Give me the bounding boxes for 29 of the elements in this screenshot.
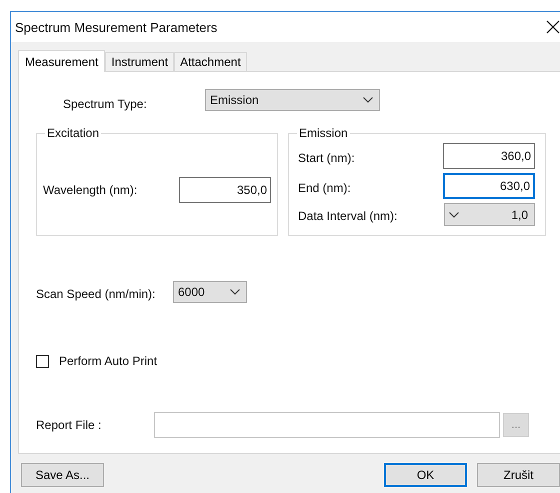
dialog-button[interactable]: Save As... [21,463,104,487]
field-label: Scan Speed (nm/min): [36,287,156,301]
dialog-button[interactable]: Zrušit [477,463,560,487]
field-label: Start (nm): [298,150,355,164]
close-icon[interactable] [546,20,560,34]
number-input[interactable]: 360,0 [443,143,535,169]
field-label: Wavelength (nm): [43,183,138,197]
chevron-down-icon [230,289,240,295]
field-label: Data Interval (nm): [298,209,398,223]
field-label: Report File : [36,418,102,432]
checkbox[interactable] [36,354,49,368]
group-title: Emission [297,126,350,140]
spectrum-type-dropdown[interactable]: Emission [205,89,380,111]
chevron-down-icon [449,212,459,218]
number-input[interactable]: 630,0 [443,173,535,199]
field-label: Spectrum Type: [63,97,148,111]
tab[interactable]: Attachment [174,52,247,71]
chevron-down-icon [363,97,373,103]
dialog-button[interactable]: OK [384,463,467,487]
report-file-input[interactable] [154,412,500,438]
field-label: End (nm): [298,180,351,194]
checkbox-label: Perform Auto Print [59,354,158,368]
tab[interactable]: Measurement [18,50,106,72]
group-title: Excitation [45,126,102,140]
wavelength-input[interactable]: 350,0 [179,177,271,203]
tab[interactable]: Instrument [105,52,174,71]
window-title: Spectrum Mesurement Parameters [15,20,218,34]
scan-speed-dropdown[interactable]: 6000 [173,281,247,303]
interval-dropdown[interactable]: 1,0 [444,203,535,226]
